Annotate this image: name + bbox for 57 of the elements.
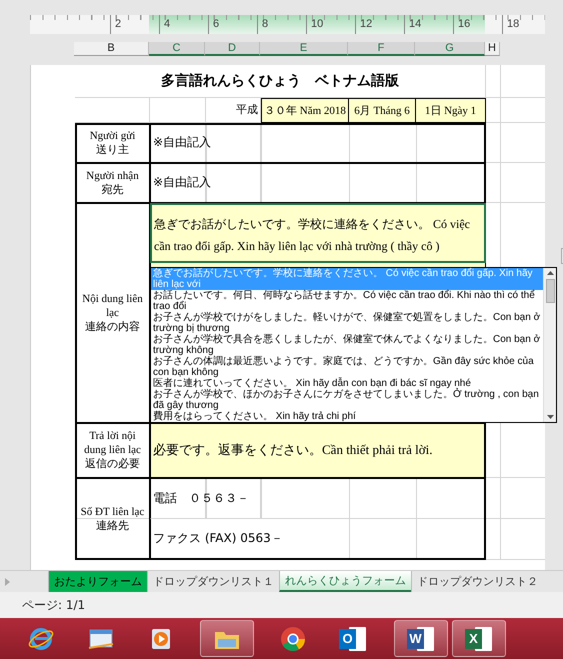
list-item[interactable]: お子さんの体調は最近悪いようです。家庭では、どうですか。Gần đây sức khỏe của con bạn không — [151, 356, 543, 378]
row-label: Người nhận — [86, 168, 139, 183]
ruler-number: 4 — [164, 18, 170, 30]
cell-text: ※自由記入 — [150, 122, 486, 163]
row-label: Người gửi — [90, 128, 136, 143]
column-header[interactable]: B — [74, 42, 149, 56]
taskbar-button[interactable] — [200, 620, 254, 658]
cell-text: ※自由記入 — [150, 162, 486, 203]
row-label: 送り主 — [96, 142, 129, 157]
browser-icon — [27, 626, 55, 652]
column-header[interactable]: F — [348, 42, 415, 56]
list-item[interactable]: お子さんが学校で具合を悪くしましたが、保健室で休んでよくなりました。Con bạn ở trường không — [151, 334, 543, 356]
ruler-number: 16 — [458, 18, 470, 30]
round-logo-icon — [279, 626, 307, 652]
date-cell: 1日 Ngày 1 — [416, 98, 486, 123]
up-arrow-icon[interactable] — [546, 270, 554, 275]
logo-letter: W — [407, 628, 424, 649]
taskbar-button[interactable]: X — [452, 620, 506, 658]
column-header[interactable]: D — [205, 42, 260, 56]
column-header[interactable]: G — [415, 42, 485, 56]
selected-cell[interactable]: 急ぎでお話がしたいです。学校に連絡をください。 Có việc cần trao đổi gấp. Xin hãy liên lạc với nhà trường ( thầy cô ) — [150, 202, 486, 263]
row-label: Trả lời nội dung liên lạc — [83, 429, 142, 458]
list-item[interactable]: お話したいです。何日、何時なら話せますか。Có việc cần trao đổi. Khi nào thì có thể trao đổi — [151, 290, 543, 312]
logo-letter: O — [339, 628, 356, 649]
taskbar-button[interactable]: O — [326, 620, 380, 658]
ruler-number: 14 — [409, 18, 422, 30]
list-item[interactable]: お子さんが学校で、ほかのお子さんにケガをさせてしまいました。Ở trường , con bạn đã gây thương — [151, 388, 543, 411]
ruler-number: 18 — [507, 18, 520, 30]
scroll-thumb[interactable] — [546, 278, 554, 303]
down-arrow-icon[interactable] — [546, 414, 554, 419]
scrollbar[interactable] — [543, 268, 556, 422]
row-label: Nội dung liên lạc — [81, 292, 144, 320]
sheet-tab[interactable]: れんらくひょうフォーム — [279, 570, 411, 592]
ruler-number: 10 — [311, 18, 324, 30]
list-item[interactable]: 費用をはらってください。 Xin hãy trả chi phí — [151, 410, 543, 422]
column-header[interactable]: E — [260, 42, 348, 56]
ruler-number: 12 — [360, 18, 372, 30]
logo-letter: X — [465, 628, 482, 649]
ruler-number: 2 — [115, 18, 122, 30]
list-item[interactable]: 医者に連れていってください。 Xin hãy dẫn con bạn đi bác sĩ ngay nhé — [151, 378, 543, 389]
page-count: ページ: 1/1 — [22, 596, 86, 614]
row-label: 連絡先 — [96, 518, 129, 533]
row-label: 連絡の内容 — [85, 320, 140, 334]
date-cell: 6月 Tháng 6 — [349, 98, 416, 123]
column-header[interactable]: H — [485, 42, 500, 56]
row-label: 宛先 — [102, 182, 124, 197]
ruler-number: 6 — [213, 18, 220, 30]
cell-text: 必要です。返事をください。Cần thiết phải trả lời. — [150, 422, 486, 478]
row-label: Số ĐT liên lạc — [80, 504, 144, 519]
cell-text: 電話 ０５６３－ — [150, 478, 486, 519]
ruler-number: 8 — [262, 18, 268, 30]
column-header[interactable]: C — [149, 42, 205, 56]
date-cell: ３０年 Năm 2018 — [261, 98, 349, 123]
sheet-tab[interactable]: おたよりフォーム — [48, 570, 147, 592]
row-label: 返信の必要 — [85, 457, 140, 472]
taskbar-button[interactable]: W — [394, 620, 448, 658]
list-item[interactable]: お子さんが学校でけがをしました。軽いけがで、保健室で処置をしました。Con bạn ở trường bị thương — [151, 312, 543, 334]
